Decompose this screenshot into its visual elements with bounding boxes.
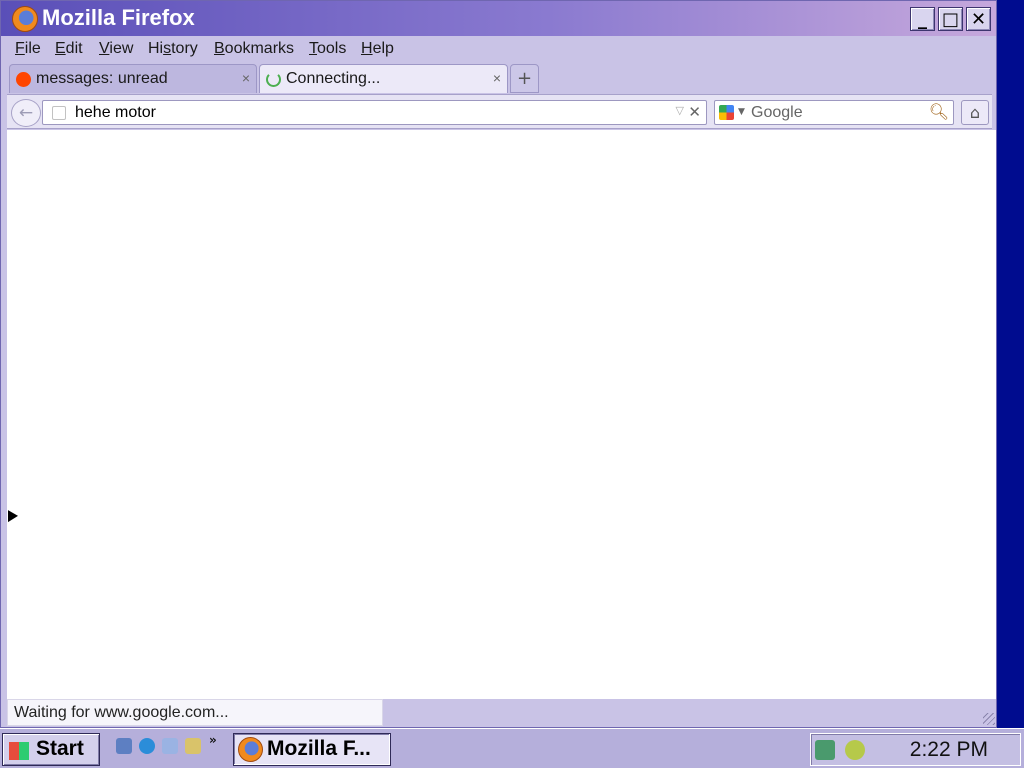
maximize-button[interactable]: □ bbox=[938, 7, 963, 31]
menu-edit-accesskey: E bbox=[55, 40, 66, 57]
network-icon[interactable] bbox=[815, 740, 835, 760]
back-button[interactable]: ← bbox=[11, 99, 41, 127]
menu-help-label: elp bbox=[372, 40, 394, 57]
menu-edit-label: dit bbox=[65, 40, 83, 57]
google-icon[interactable] bbox=[719, 105, 734, 120]
menu-edit[interactable]: Edit bbox=[55, 40, 83, 58]
menu-tools-label: ools bbox=[317, 40, 347, 57]
menu-file[interactable]: File bbox=[15, 40, 41, 58]
start-label: Start bbox=[36, 737, 84, 760]
url-bar[interactable]: hehe motor ▽ ✕ bbox=[42, 100, 707, 125]
close-button[interactable]: ✕ bbox=[966, 7, 991, 31]
loading-spinner-icon bbox=[266, 72, 281, 87]
tab-messages-label: messages: unread bbox=[36, 70, 168, 87]
firefox-logo-icon bbox=[238, 737, 263, 762]
menu-view[interactable]: View bbox=[99, 40, 133, 58]
show-desktop-icon[interactable] bbox=[116, 738, 132, 754]
windows-logo-icon bbox=[9, 742, 29, 760]
menu-bookmarks-accesskey: B bbox=[214, 40, 225, 57]
tab-close-icon[interactable]: × bbox=[493, 70, 501, 86]
home-button[interactable]: ⌂ bbox=[961, 100, 989, 125]
quicklaunch-more-icon[interactable]: » bbox=[209, 733, 217, 747]
firefox-window: Mozilla Firefox _ □ ✕ File Edit View His… bbox=[0, 0, 997, 728]
menu-history-prefix: Hi bbox=[148, 40, 164, 57]
search-engine-dropdown-icon[interactable]: ▼ bbox=[738, 107, 745, 117]
system-tray: 2:22 PM bbox=[810, 733, 1021, 766]
url-input[interactable]: hehe motor bbox=[75, 104, 156, 122]
menu-view-accesskey: V bbox=[99, 40, 110, 57]
page-identity-icon[interactable] bbox=[52, 106, 66, 120]
tab-messages[interactable]: messages: unread × bbox=[9, 64, 257, 93]
firefox-logo-icon bbox=[12, 6, 38, 32]
menu-file-label: ile bbox=[24, 40, 41, 57]
status-bar: Waiting for www.google.com... bbox=[7, 699, 383, 726]
search-input[interactable]: Google bbox=[751, 104, 803, 122]
internet-explorer-icon[interactable] bbox=[139, 738, 155, 754]
tab-strip: messages: unread × Connecting... × + bbox=[7, 64, 992, 94]
magnifier-icon[interactable]: 🔍︎ bbox=[929, 102, 949, 121]
menu-file-accesskey: F bbox=[15, 40, 25, 57]
menu-bookmarks-label: ookmarks bbox=[224, 40, 295, 57]
url-history-dropdown-icon[interactable]: ▽ bbox=[676, 104, 684, 117]
menu-help[interactable]: Help bbox=[361, 40, 394, 58]
clock[interactable]: 2:22 PM bbox=[910, 738, 988, 762]
page-content[interactable] bbox=[7, 130, 996, 699]
menu-view-label: iew bbox=[109, 40, 134, 57]
menu-history-accesskey: s bbox=[163, 40, 172, 57]
menu-help-accesskey: H bbox=[361, 40, 373, 57]
reddit-icon bbox=[16, 72, 31, 87]
taskbar-firefox-label: Mozilla F... bbox=[267, 737, 371, 760]
search-icon[interactable] bbox=[185, 738, 201, 754]
menu-tools[interactable]: Tools bbox=[309, 40, 346, 58]
taskbar-firefox-button[interactable]: Mozilla F... bbox=[233, 733, 391, 766]
security-icon[interactable] bbox=[845, 740, 865, 760]
menu-bookmarks[interactable]: Bookmarks bbox=[214, 40, 294, 58]
title-bar[interactable]: Mozilla Firefox _ □ ✕ bbox=[1, 1, 996, 36]
resize-grip-icon[interactable] bbox=[983, 713, 995, 725]
minimize-button[interactable]: _ bbox=[910, 7, 935, 31]
navigation-toolbar: ← hehe motor ▽ ✕ ▼ Google 🔍︎ ⌂ bbox=[7, 94, 992, 129]
menu-tools-accesskey: T bbox=[309, 40, 317, 57]
taskbar: Start » Mozilla F... 2:22 PM bbox=[0, 728, 1024, 768]
window-title: Mozilla Firefox bbox=[42, 5, 195, 30]
menu-history[interactable]: History bbox=[148, 40, 198, 58]
tab-connecting-label: Connecting... bbox=[286, 70, 381, 87]
email-icon[interactable] bbox=[162, 738, 178, 754]
tab-close-icon[interactable]: × bbox=[242, 70, 250, 86]
search-bar[interactable]: ▼ Google 🔍︎ bbox=[714, 100, 954, 125]
new-tab-button[interactable]: + bbox=[510, 64, 539, 93]
stop-icon[interactable]: ✕ bbox=[688, 103, 701, 121]
tab-connecting[interactable]: Connecting... × bbox=[259, 64, 508, 93]
menu-history-label: tory bbox=[171, 40, 198, 57]
start-button[interactable]: Start bbox=[2, 733, 100, 766]
